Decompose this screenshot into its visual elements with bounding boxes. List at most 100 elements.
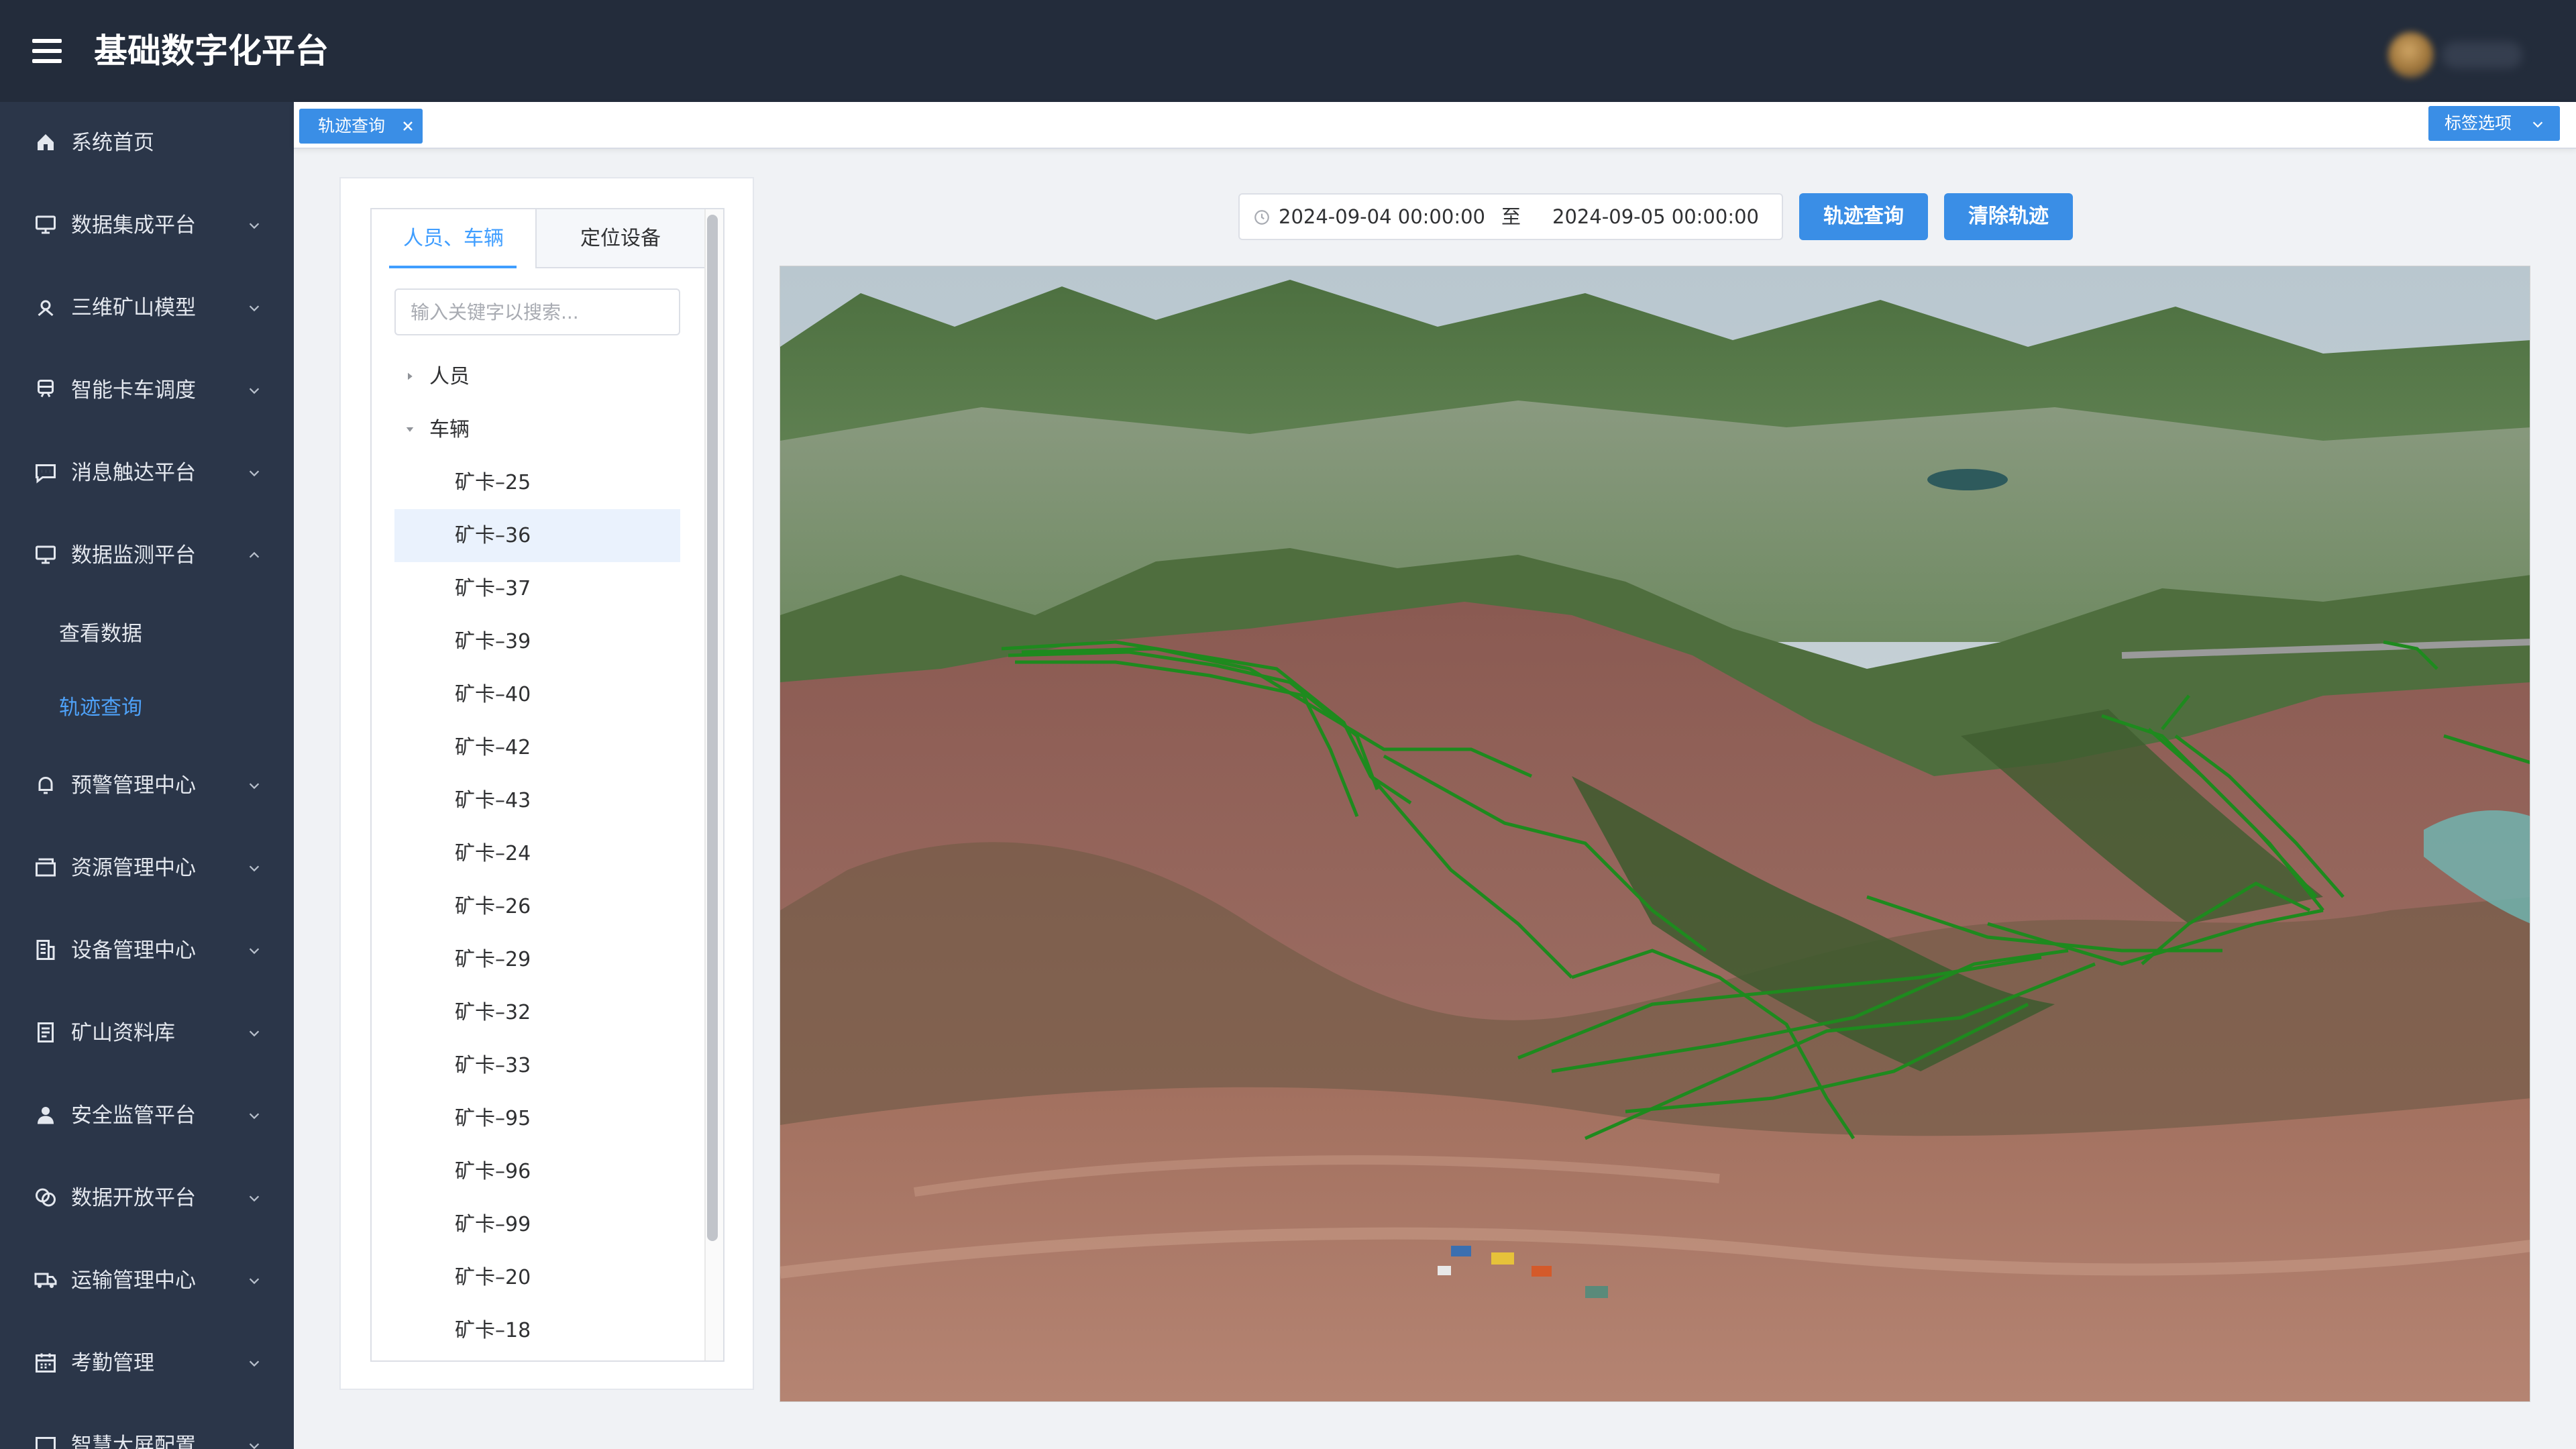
date-separator: 至 [1501, 205, 1521, 228]
sidebar-item-14[interactable]: 智慧大屏配置 [0, 1405, 294, 1449]
chevron-down-icon [249, 1195, 260, 1202]
clear-trajectory-button[interactable]: 清除轨迹 [1944, 193, 2073, 240]
bell-icon [38, 776, 53, 794]
sidebar-item-10[interactable]: 安全监管平台 [0, 1075, 294, 1157]
tree-node[interactable]: 矿卡–43 [394, 774, 680, 827]
date-range-picker[interactable]: 2024-09-04 00:00:00 至 2024-09-05 00:00:0… [1238, 193, 1783, 240]
tree-node[interactable]: 矿卡–29 [394, 933, 680, 986]
sidebar-item-label: 智慧大屏配置 [71, 1434, 196, 1449]
hamburger-menu-icon[interactable] [32, 39, 62, 63]
message-icon [36, 464, 56, 484]
tree-node-label: 矿卡–96 [455, 1160, 531, 1183]
tree-node[interactable]: 矿卡–18 [394, 1304, 680, 1357]
sidebar-item-1[interactable]: 数据集成平台 [0, 184, 294, 267]
tree-node[interactable]: 矿卡–39 [394, 615, 680, 668]
chevron-down-icon [249, 388, 260, 394]
tree-node[interactable]: 矿卡–37 [394, 562, 680, 615]
sidebar-item-label: 数据集成平台 [71, 213, 196, 237]
tree-node-label: 矿卡–36 [455, 524, 531, 547]
user-name-blurred[interactable] [2442, 42, 2522, 68]
sidebar-item-4[interactable]: 消息触达平台 [0, 432, 294, 515]
sidebar-item-5[interactable]: 数据监测平台 [0, 515, 294, 597]
layers-icon [36, 1188, 56, 1207]
monitor-icon [36, 215, 56, 234]
tree-node[interactable]: 矿卡–99 [394, 1198, 680, 1251]
tree-node-label: 车辆 [429, 418, 470, 441]
tree-node[interactable]: 矿卡–33 [394, 1039, 680, 1092]
tab-positioning-device[interactable]: 定位设备 [535, 209, 704, 268]
lake [1927, 469, 2008, 490]
sidebar-item-6[interactable]: 预警管理中心 [0, 745, 294, 827]
box-icon [36, 858, 56, 877]
sidebar-subitem-label: 轨迹查询 [59, 696, 142, 720]
sidebar-item-3[interactable]: 智能卡车调度 [0, 350, 294, 432]
sidebar-item-12[interactable]: 运输管理中心 [0, 1240, 294, 1322]
tree-node-label: 矿卡–24 [455, 842, 531, 865]
sidebar-item-7[interactable]: 资源管理中心 [0, 827, 294, 910]
building-icon [36, 940, 55, 960]
tree-node-label: 矿卡–20 [455, 1266, 531, 1289]
home-icon [38, 134, 54, 150]
sidebar-item-13[interactable]: 考勤管理 [0, 1322, 294, 1405]
chevron-down-icon [249, 1278, 260, 1285]
sidebar-subitem-0[interactable]: 查看数据 [0, 597, 294, 671]
tree-node[interactable]: 车辆 [394, 403, 680, 456]
tree-node-label: 矿卡–33 [455, 1054, 531, 1077]
tree-node[interactable]: 人员 [394, 350, 680, 403]
tree-node[interactable]: 矿卡–25 [394, 456, 680, 509]
app-title: 基础数字化平台 [94, 32, 329, 70]
caret-right-icon[interactable] [404, 370, 416, 382]
user-avatar[interactable] [2388, 32, 2434, 78]
map-3d-view[interactable] [780, 266, 2530, 1402]
sidebar-item-11[interactable]: 数据开放平台 [0, 1157, 294, 1240]
tree-node[interactable]: 矿卡–26 [394, 880, 680, 933]
tree-node[interactable]: 矿卡–42 [394, 721, 680, 774]
tree-node-label: 人员 [429, 365, 470, 388]
truck-dispatch-icon [38, 380, 54, 398]
tree-node-label: 矿卡–39 [455, 630, 531, 653]
tree-node[interactable]: 矿卡–96 [394, 1145, 680, 1198]
tree-node[interactable]: 矿卡–20 [394, 1251, 680, 1304]
search-input[interactable] [394, 288, 680, 335]
tree-node[interactable]: 矿卡–24 [394, 827, 680, 880]
start-date[interactable]: 2024-09-04 00:00:00 [1279, 195, 1485, 239]
sidebar-item-label: 数据监测平台 [71, 543, 196, 568]
tag-trajectory-query[interactable]: 轨迹查询 [299, 109, 423, 144]
tree-node[interactable]: 矿卡–36 [394, 509, 680, 562]
chevron-down-icon [249, 1113, 260, 1120]
sidebar-subitem-label: 查看数据 [59, 622, 142, 646]
sidebar-item-8[interactable]: 设备管理中心 [0, 910, 294, 992]
chevron-down-icon [249, 305, 260, 312]
tree-node-label: 矿卡–25 [455, 471, 531, 494]
tags-bar [294, 102, 2576, 149]
trajectory-query-button[interactable]: 轨迹查询 [1799, 193, 1928, 240]
end-date[interactable]: 2024-09-05 00:00:00 [1552, 195, 1759, 239]
sidebar-item-label: 消息触达平台 [71, 461, 196, 485]
sidebar-subitem-1[interactable]: 轨迹查询 [0, 671, 294, 745]
tree-node-label: 矿卡–29 [455, 948, 531, 971]
sidebar-item-label: 预警管理中心 [71, 773, 196, 798]
sidebar-item-0[interactable]: 系统首页 [0, 102, 294, 184]
document-icon [38, 1022, 54, 1042]
tab-people-vehicles[interactable]: 人员、车辆 [372, 209, 535, 268]
tree-node[interactable]: 矿卡–32 [394, 986, 680, 1039]
chevron-down-icon [249, 223, 260, 229]
tag-options-button[interactable]: 标签选项 [2428, 106, 2560, 141]
chevron-down-icon [249, 948, 260, 955]
tree-scrollbar[interactable] [707, 215, 718, 1241]
sidebar-item-9[interactable]: 矿山资料库 [0, 992, 294, 1075]
tag-options-label: 标签选项 [2445, 113, 2512, 133]
sidebar-item-label: 运输管理中心 [71, 1269, 196, 1293]
tree-node[interactable]: 矿卡–40 [394, 668, 680, 721]
monitor-icon [36, 545, 56, 564]
caret-down-icon[interactable] [404, 423, 416, 435]
sidebar-item-label: 安全监管平台 [71, 1104, 196, 1128]
top-header [0, 0, 2576, 102]
sidebar-item-2[interactable]: 三维矿山模型 [0, 267, 294, 350]
tree-node-label: 矿卡–99 [455, 1213, 531, 1236]
tree-node[interactable]: 矿卡–95 [394, 1092, 680, 1145]
close-icon[interactable] [400, 118, 416, 134]
chevron-down-icon [249, 865, 260, 872]
sidebar: 系统首页数据集成平台三维矿山模型 智能卡车调度消息触达平台 数据监测平台查看数据轨迹… [0, 102, 294, 1449]
tag-label: 轨迹查询 [318, 116, 386, 136]
